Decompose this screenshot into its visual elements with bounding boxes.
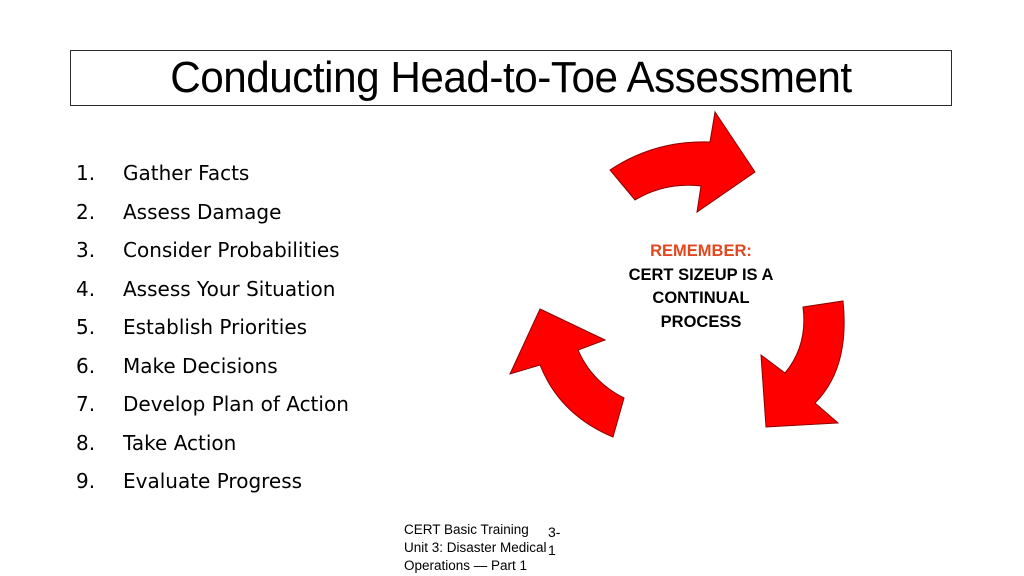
page-number: 3-1	[548, 524, 561, 558]
footer-line: Operations — Part 1	[404, 558, 528, 573]
footer-line: CERT Basic Training	[404, 522, 529, 537]
callout-line: CERT SIZEUP IS A	[628, 265, 774, 284]
callout-line: CONTINUAL	[652, 289, 750, 307]
footer-line: Unit 3: Disaster Medical	[404, 540, 547, 555]
slide-footer: CERT Basic Training Unit 3: Disaster Med…	[404, 521, 560, 575]
cycle-diagram	[509, 110, 845, 438]
top-curved-arrow-icon	[609, 110, 756, 214]
callout-line: PROCESS	[660, 312, 742, 331]
remember-callout: REMEMBER: CERT SIZEUP IS A CONTINUAL PRO…	[600, 240, 802, 334]
remember-label: REMEMBER:	[650, 242, 752, 260]
